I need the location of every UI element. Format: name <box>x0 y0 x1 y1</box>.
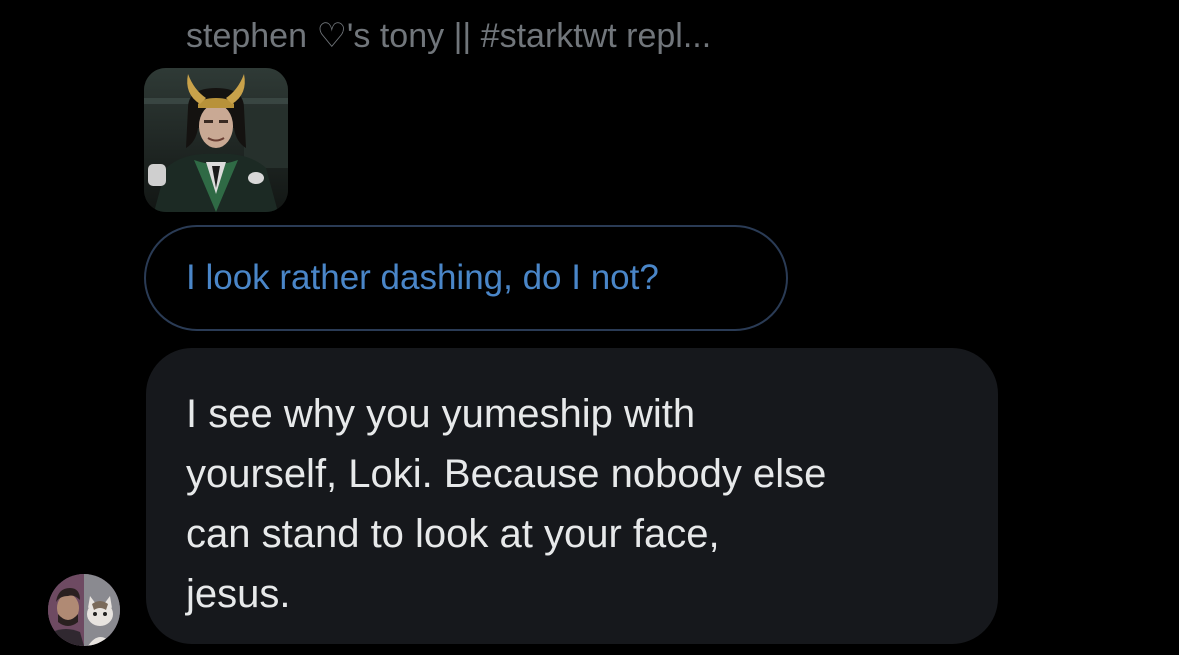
message-bubble[interactable]: I see why you yumeship with yourself, Lo… <box>146 348 998 644</box>
message-line: yourself, Loki. Because nobody else <box>186 452 827 496</box>
quoted-author-name[interactable]: stephen ♡'s tony || #starktwt repl... <box>186 10 711 62</box>
replied-message-preview[interactable]: I look rather dashing, do I not? <box>144 225 788 331</box>
replied-message-text: I look rather dashing, do I not? <box>186 258 659 297</box>
quoted-photo-icon[interactable] <box>144 68 288 212</box>
sender-avatar-icon[interactable] <box>48 574 120 646</box>
message-line: jesus. <box>186 572 291 616</box>
message-line: can stand to look at your face, <box>186 512 720 556</box>
message-line: I see why you yumeship with <box>186 392 696 436</box>
